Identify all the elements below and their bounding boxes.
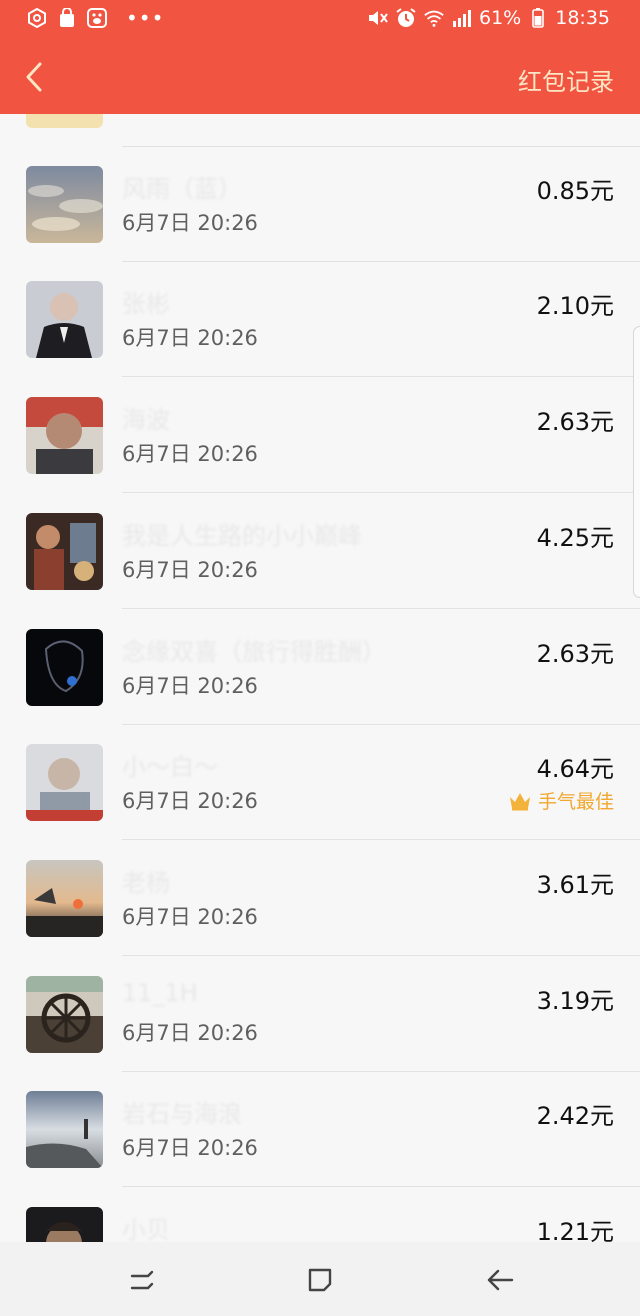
mute-icon: [367, 7, 389, 29]
back-button[interactable]: [18, 58, 52, 96]
sender-name: 小～白～: [122, 753, 218, 781]
amount: 2.63元: [536, 640, 614, 668]
list-item[interactable]: 念缘双喜（旅行得胜酬） 6月7日 20:26 2.63元: [0, 610, 640, 725]
timestamp: 6月7日 20:26: [122, 326, 258, 350]
home-icon: [308, 1268, 332, 1292]
wifi-icon: [423, 7, 445, 29]
bag-icon: [56, 7, 78, 29]
more-dots-icon: •••: [126, 6, 165, 30]
list-item[interactable]: [0, 114, 640, 147]
amount: 3.61元: [536, 871, 614, 899]
amount: 2.63元: [536, 408, 614, 436]
amount: 0.85元: [536, 177, 614, 205]
sender-name: 张彬: [122, 290, 170, 318]
amount: 1.21元: [536, 1218, 614, 1242]
nav-bar: 红包记录: [0, 40, 640, 114]
settings-hex-icon: [26, 7, 48, 29]
timestamp: 6月7日 20:26: [122, 558, 258, 582]
timestamp: 6月7日 20:26: [122, 442, 258, 466]
divider: [122, 376, 640, 377]
sender-name: 念缘双喜（旅行得胜酬）: [122, 638, 386, 666]
sender-name: 老杨: [122, 869, 170, 897]
avatar: [26, 1207, 103, 1242]
divider: [122, 955, 640, 956]
timestamp: 6月7日 20:26: [122, 1021, 258, 1045]
sender-name: 我是人生路的小小巅峰: [122, 522, 362, 550]
list-item[interactable]: 风雨（蓝） 6月7日 20:26 0.85元: [0, 147, 640, 262]
clock: 18:35: [555, 7, 610, 29]
best-luck-badge: 手气最佳: [508, 787, 614, 814]
home-button[interactable]: [302, 1262, 338, 1298]
avatar: [26, 1091, 103, 1168]
list-item[interactable]: 岩石与海浪 6月7日 20:26 2.42元: [0, 1072, 640, 1187]
alarm-icon: [395, 7, 417, 29]
timestamp: 6月7日 20:26: [122, 674, 258, 698]
battery-icon: [527, 7, 549, 29]
divider: [122, 608, 640, 609]
avatar: [26, 281, 103, 358]
amount: 4.64元: [536, 755, 614, 783]
chevron-left-icon: [26, 62, 42, 92]
scroll-handle[interactable]: [633, 326, 640, 598]
amount: 4.25元: [536, 524, 614, 552]
red-packet-record-list[interactable]: 风雨（蓝） 6月7日 20:26 0.85元 张彬 6月7日 20:26 2.1…: [0, 114, 640, 1242]
page-title[interactable]: 红包记录: [518, 62, 614, 97]
recent-apps-icon: [130, 1270, 154, 1290]
list-item[interactable]: 我是人生路的小小巅峰 6月7日 20:26 4.25元: [0, 494, 640, 609]
avatar: [26, 860, 103, 937]
list-item[interactable]: 张彬 6月7日 20:26 2.10元: [0, 262, 640, 377]
status-bar: ••• 61% 18:35: [0, 0, 640, 40]
avatar: [26, 166, 103, 243]
signal-icon: [451, 7, 473, 29]
crown-icon: [509, 792, 530, 810]
recent-apps-button[interactable]: [124, 1262, 160, 1298]
avatar: [26, 629, 103, 706]
sender-name: 海波: [122, 406, 170, 434]
divider: [122, 1186, 640, 1187]
sender-name: 风雨（蓝）: [122, 175, 242, 203]
avatar: [26, 114, 103, 128]
amount: 2.42元: [536, 1102, 614, 1130]
avatar: [26, 976, 103, 1053]
system-nav-bar: [0, 1242, 640, 1316]
divider: [122, 839, 640, 840]
list-item[interactable]: 海波 6月7日 20:26 2.63元: [0, 378, 640, 493]
timestamp: 6月7日 20:26: [122, 211, 258, 235]
sender-name: 岩石与海浪: [122, 1100, 242, 1128]
divider: [122, 492, 640, 493]
avatar: [26, 744, 103, 821]
system-back-button[interactable]: [482, 1262, 518, 1298]
list-item[interactable]: 老杨 6月7日 20:26 3.61元: [0, 841, 640, 956]
sender-name: 11_1H: [122, 979, 198, 1007]
avatar: [26, 513, 103, 590]
timestamp: 6月7日 20:26: [122, 789, 258, 813]
sender-name: 小贝: [122, 1216, 170, 1242]
avatar: [26, 397, 103, 474]
timestamp: 6月7日 20:26: [122, 1136, 258, 1160]
list-item[interactable]: 小贝 1.21元: [0, 1188, 640, 1242]
best-luck-label: 手气最佳: [537, 791, 614, 813]
battery-percent: 61%: [479, 7, 522, 29]
timestamp: 6月7日 20:26: [122, 905, 258, 929]
amount: 3.19元: [536, 987, 614, 1015]
list-item[interactable]: 11_1H 6月7日 20:26 3.19元: [0, 957, 640, 1072]
baidu-icon: [86, 7, 108, 29]
amount: 2.10元: [536, 292, 614, 320]
list-item[interactable]: 小～白～ 6月7日 20:26 4.64元 手气最佳: [0, 725, 640, 840]
back-arrow-icon: [487, 1269, 514, 1291]
